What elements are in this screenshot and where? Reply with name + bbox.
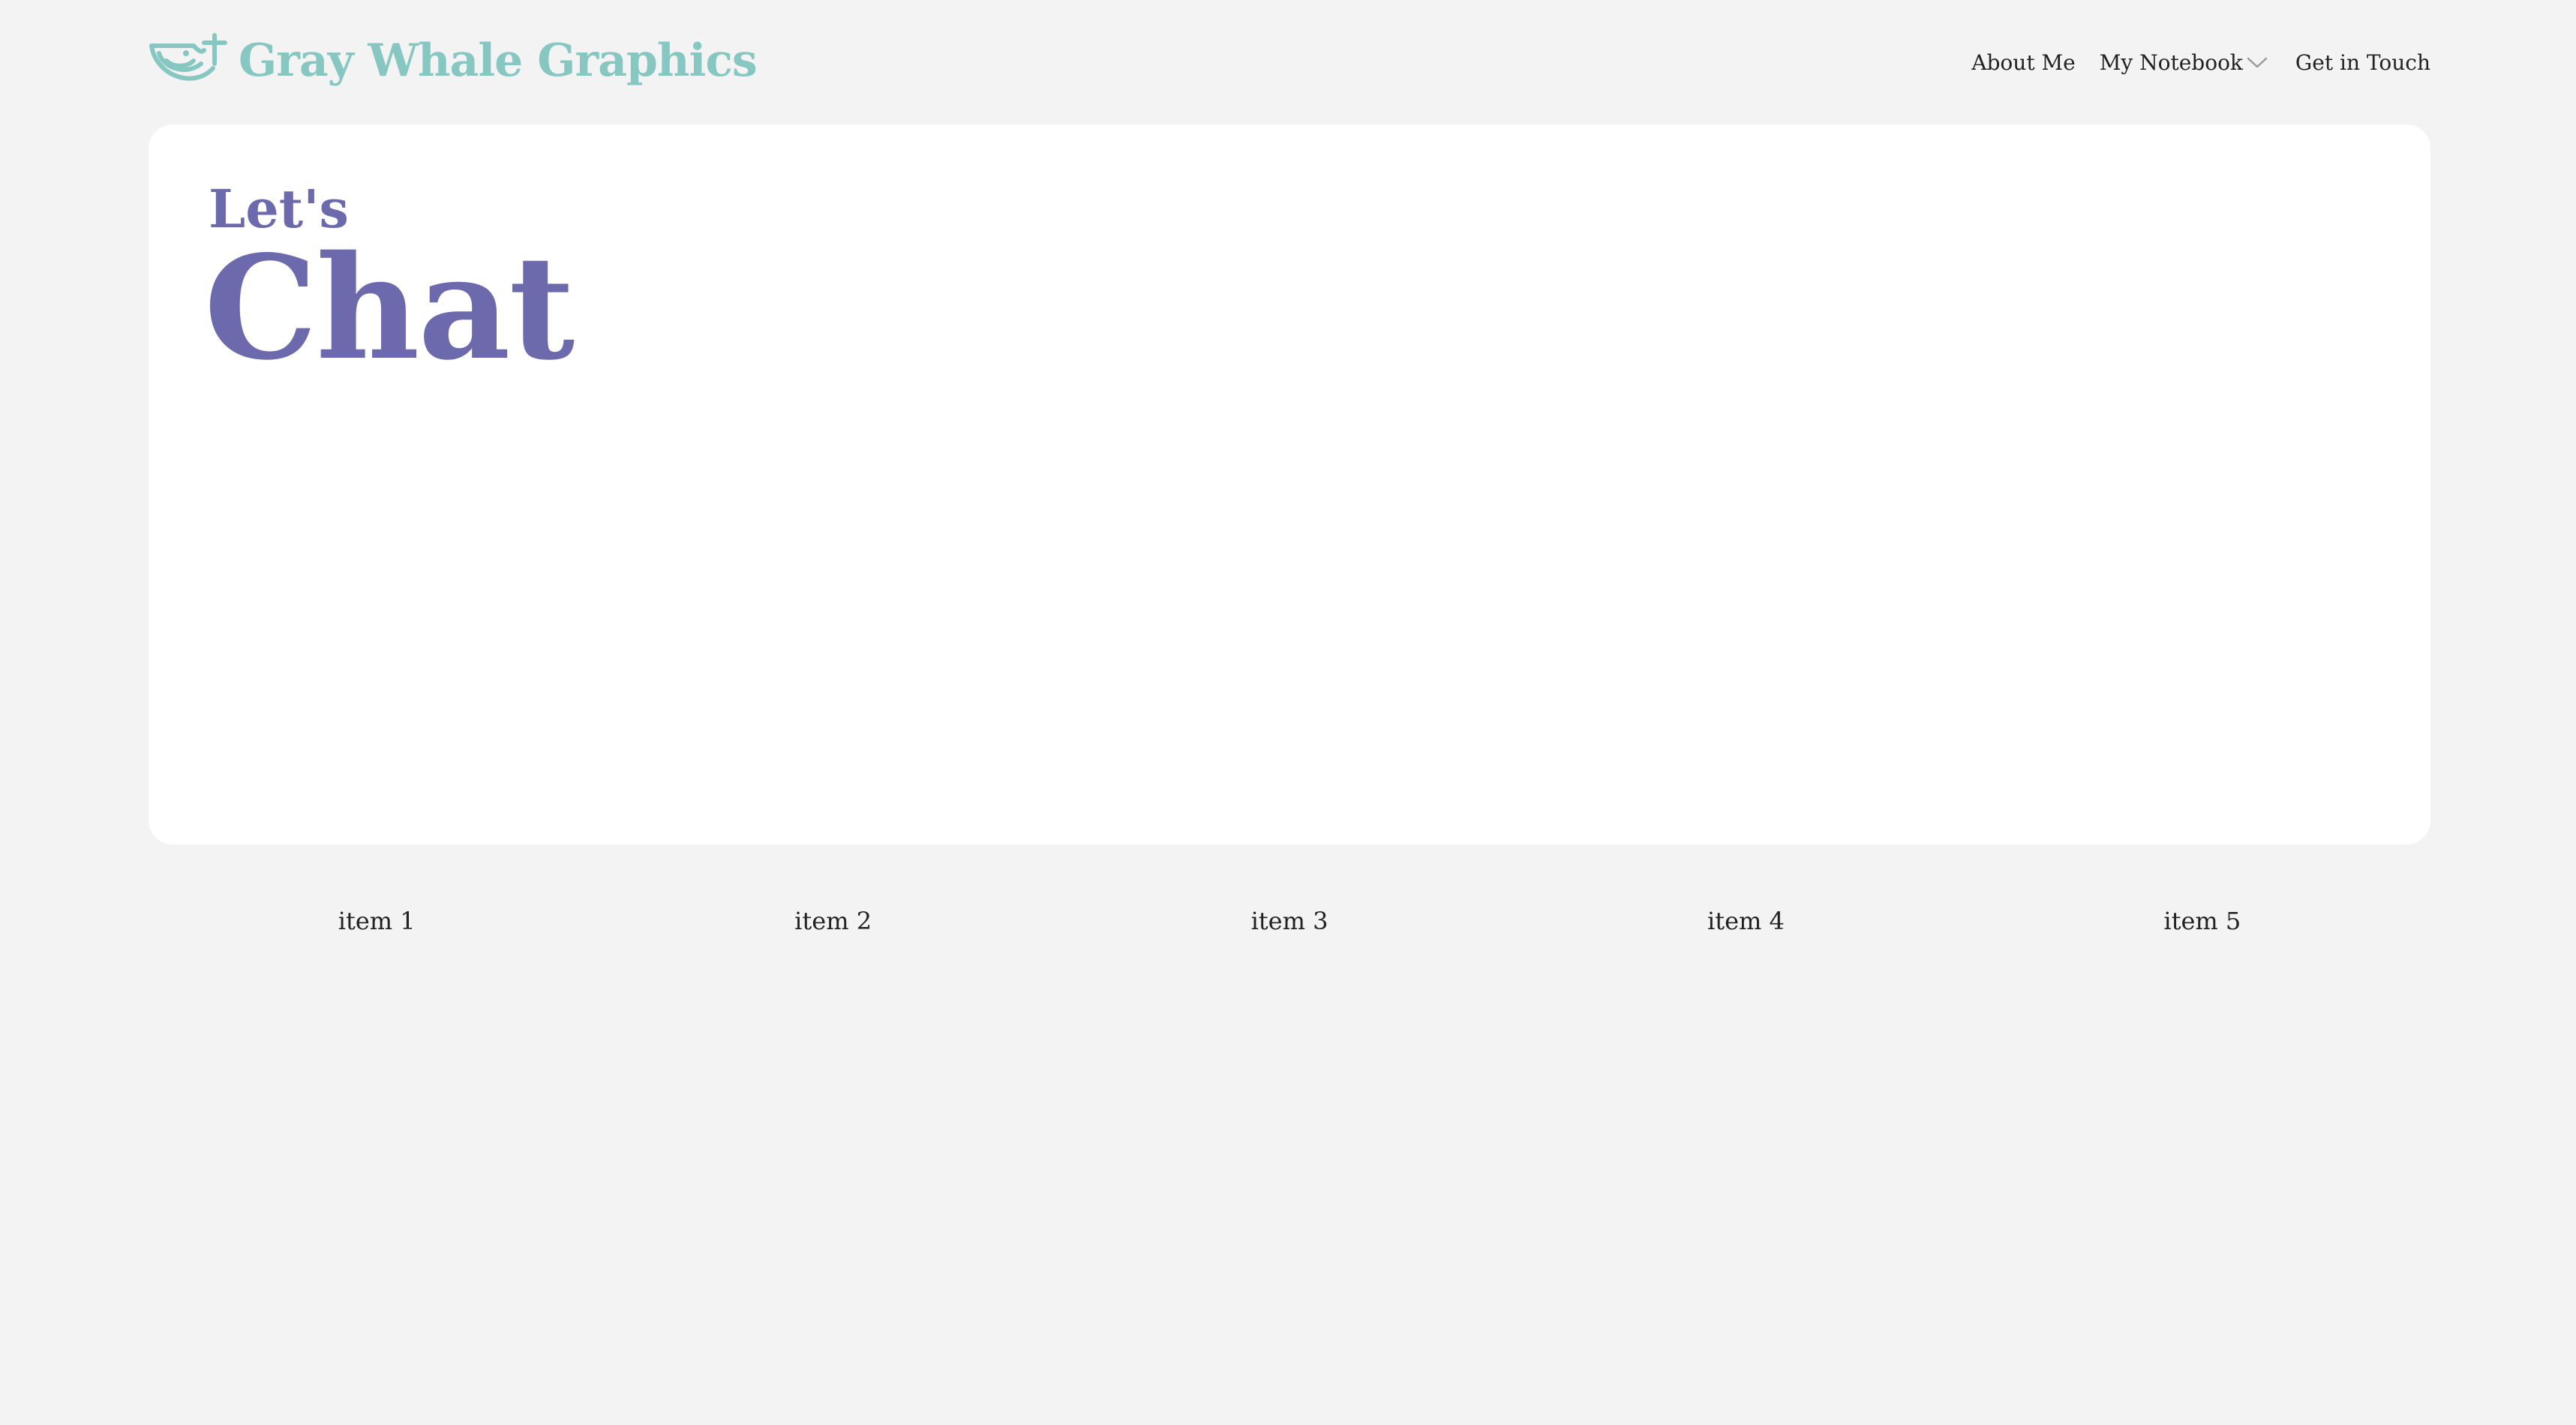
nav-about-me[interactable]: About Me xyxy=(1971,50,2075,75)
brand-home-link[interactable]: Gray Whale Graphics xyxy=(149,31,758,91)
whale-tail-icon xyxy=(149,33,227,81)
list-item[interactable]: item 4 xyxy=(1518,898,1974,944)
hero-card: Let's Chat xyxy=(149,124,2430,844)
list-item[interactable]: item 5 xyxy=(1974,898,2430,944)
brand-name: Gray Whale Graphics xyxy=(239,34,758,87)
list-item[interactable]: item 3 xyxy=(1061,898,1518,944)
list-item[interactable]: item 1 xyxy=(149,898,605,944)
list-item[interactable]: item 2 xyxy=(605,898,1061,944)
nav-my-notebook[interactable]: My Notebook xyxy=(2100,50,2268,75)
hero-title: Chat xyxy=(204,224,575,392)
nav-my-notebook-label: My Notebook xyxy=(2099,50,2243,75)
main-nav: About Me My Notebook Get in Touch xyxy=(1971,50,2430,75)
chevron-down-icon xyxy=(2247,57,2268,68)
site-header: Gray Whale Graphics About Me My Notebook… xyxy=(149,28,2430,93)
nav-get-in-touch[interactable]: Get in Touch xyxy=(2295,50,2430,75)
items-row: item 1 item 2 item 3 item 4 item 5 xyxy=(149,898,2430,944)
